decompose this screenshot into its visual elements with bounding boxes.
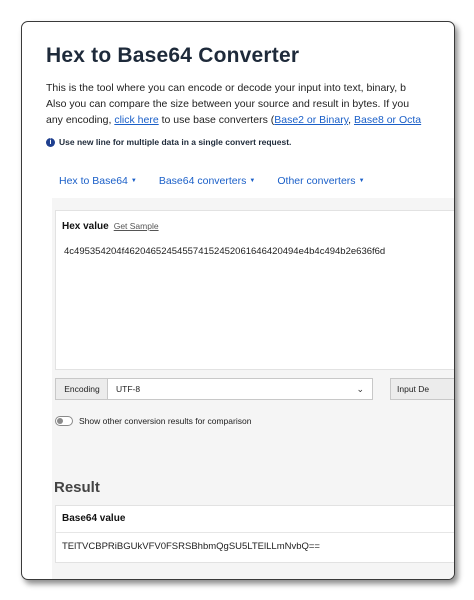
description-line-1: This is the tool where you can encode or… bbox=[46, 82, 406, 94]
caret-down-icon: ▼ bbox=[358, 178, 365, 184]
encoding-controls: Encoding UTF-8 ⌄ Input De bbox=[55, 378, 454, 400]
nav-label: Base64 converters bbox=[158, 175, 247, 187]
encoding-label: Encoding bbox=[55, 378, 109, 400]
browser-frame: Hex to Base64 Converter This is the tool… bbox=[21, 21, 455, 580]
chevron-down-icon: ⌄ bbox=[356, 384, 364, 394]
note-text: Use new line for multiple data in a sing… bbox=[59, 137, 292, 147]
nav-label: Hex to Base64 bbox=[59, 175, 128, 187]
result-heading: Result bbox=[54, 479, 100, 496]
get-sample-link[interactable]: Get Sample bbox=[114, 221, 159, 231]
click-here-link[interactable]: click here bbox=[114, 114, 158, 126]
hex-input-box[interactable]: Hex value Get Sample 4c495354204f46204652… bbox=[55, 210, 454, 370]
page-description: This is the tool where you can encode or… bbox=[46, 80, 454, 128]
description-line-3: any encoding, click here to use base con… bbox=[46, 112, 454, 128]
encoding-value: UTF-8 bbox=[116, 384, 141, 394]
converter-panel: Hex value Get Sample 4c495354204f46204652… bbox=[52, 198, 454, 579]
base64-value-label: Base64 value bbox=[62, 513, 126, 524]
comparison-toggle[interactable] bbox=[55, 416, 73, 426]
nav-hex-to-base64[interactable]: Hex to Base64 ▼ bbox=[59, 175, 137, 187]
description-text: any encoding, bbox=[46, 114, 115, 126]
caret-down-icon: ▼ bbox=[249, 178, 256, 184]
comparison-toggle-row: Show other conversion results for compar… bbox=[55, 416, 251, 426]
encoding-select[interactable]: UTF-8 ⌄ bbox=[107, 378, 373, 400]
description-line-2: Also you can compare the size between yo… bbox=[46, 98, 410, 110]
page-title: Hex to Base64 Converter bbox=[46, 44, 300, 67]
description-text: to use base converters ( bbox=[158, 114, 275, 126]
hex-input-label: Hex value Get Sample bbox=[62, 221, 159, 232]
base2-link[interactable]: Base2 or Binary bbox=[274, 114, 348, 126]
nav-label: Other converters bbox=[277, 175, 356, 187]
info-icon: i bbox=[46, 137, 55, 147]
hex-input-value[interactable]: 4c495354204f4620465245455741524520616464… bbox=[64, 246, 385, 257]
multiline-note: i Use new line for multiple data in a si… bbox=[46, 137, 291, 147]
converter-nav: Hex to Base64 ▼ Base64 converters ▼ Othe… bbox=[59, 175, 365, 187]
nav-base64-converters[interactable]: Base64 converters ▼ bbox=[159, 175, 256, 187]
base8-link[interactable]: Base8 or Octa bbox=[354, 114, 421, 126]
caret-down-icon: ▼ bbox=[130, 178, 137, 184]
nav-other-converters[interactable]: Other converters ▼ bbox=[277, 175, 364, 187]
hex-label-text: Hex value bbox=[62, 221, 109, 232]
result-box: Base64 value TElTVCBPRiBGUkVFV0FSRSBhbmQ… bbox=[55, 505, 454, 563]
base64-result-value[interactable]: TElTVCBPRiBGUkVFV0FSRSBhbmQgSU5LTElLLmNv… bbox=[62, 541, 320, 552]
result-divider bbox=[56, 532, 454, 533]
comparison-toggle-label: Show other conversion results for compar… bbox=[79, 416, 252, 426]
input-delimiter-button[interactable]: Input De bbox=[390, 378, 454, 400]
